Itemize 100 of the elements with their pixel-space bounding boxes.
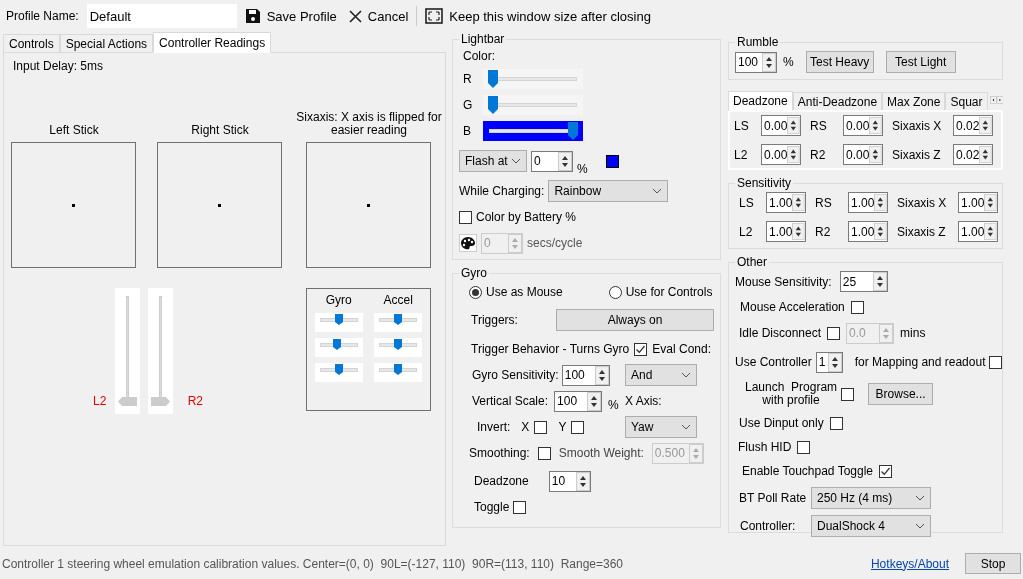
number-field[interactable]: 1 <box>815 351 843 373</box>
color-swatch[interactable] <box>605 154 619 168</box>
tab[interactable]: Max Zone <box>882 92 946 110</box>
number-field[interactable]: 1.00 <box>848 221 888 242</box>
number-field[interactable]: 25 <box>839 271 888 292</box>
checkbox[interactable] <box>571 420 585 434</box>
motion-slider[interactable] <box>374 338 423 357</box>
profile-name-field[interactable]: Default <box>86 4 237 28</box>
number-field[interactable]: 0.02 <box>953 144 993 165</box>
spin-arrows-icon[interactable] <box>787 116 800 135</box>
number-field[interactable]: 10 <box>548 470 591 492</box>
number-field[interactable]: 1.00 <box>766 221 806 242</box>
checkbox[interactable] <box>513 500 527 514</box>
checkbox[interactable] <box>989 355 1003 369</box>
number-field[interactable]: 100 <box>554 390 603 412</box>
number-field[interactable]: 0.00 <box>761 115 801 136</box>
number-field[interactable]: 100 <box>561 364 610 386</box>
number-field[interactable]: 0.00 <box>843 115 883 136</box>
hotkeys-about-link[interactable]: Hotkeys/About <box>870 556 949 571</box>
dropdown[interactable]: 250 Hz (4 ms) <box>811 487 931 509</box>
number-field[interactable]: 0 <box>531 150 573 172</box>
checkbox[interactable] <box>829 416 843 430</box>
spin-arrows-icon[interactable] <box>979 116 992 135</box>
motion-slider[interactable] <box>314 338 363 357</box>
keep-button[interactable]: Keep this window size after closing <box>421 6 655 26</box>
trigger-slider[interactable] <box>148 288 173 414</box>
radio-option[interactable]: Use as Mouse <box>469 285 563 299</box>
spin-arrows-icon[interactable] <box>874 222 887 241</box>
dropdown[interactable]: Flash at <box>459 150 527 172</box>
spin-arrows-icon[interactable] <box>575 471 590 491</box>
color-picker-button[interactable] <box>459 234 477 252</box>
number-field[interactable]: 0.02 <box>953 115 993 136</box>
spin-arrows-icon[interactable] <box>979 145 992 164</box>
color-slider[interactable] <box>483 121 583 141</box>
spin-arrows-icon[interactable] <box>594 365 609 385</box>
slider-thumb[interactable] <box>333 339 342 350</box>
tab[interactable]: Special Actions <box>59 34 154 52</box>
spin-arrows-icon[interactable] <box>792 222 805 241</box>
spin-arrows-icon[interactable] <box>787 145 800 164</box>
slider-thumb[interactable] <box>151 397 170 406</box>
slider-thumb[interactable] <box>568 122 578 140</box>
slider-thumb[interactable] <box>394 364 403 375</box>
cancel-button[interactable]: Cancel <box>344 6 413 26</box>
save-button[interactable]: Save Profile <box>240 6 341 26</box>
spin-arrows-icon[interactable] <box>874 193 887 212</box>
checkbox[interactable] <box>850 300 864 314</box>
slider-thumb[interactable] <box>334 364 343 375</box>
spin-arrows-icon[interactable] <box>984 222 997 241</box>
color-slider[interactable] <box>483 69 583 89</box>
motion-slider[interactable] <box>374 363 423 382</box>
number-field[interactable]: 0.00 <box>761 144 801 165</box>
checkbox[interactable] <box>534 420 548 434</box>
slider-thumb[interactable] <box>488 70 498 88</box>
tab[interactable]: Deadzone <box>728 91 793 111</box>
trigger-slider[interactable] <box>115 288 140 414</box>
motion-slider[interactable] <box>314 363 363 382</box>
spin-arrows-icon[interactable] <box>792 193 805 212</box>
browse-button[interactable]: Browse... <box>868 383 934 405</box>
checkbox[interactable] <box>634 342 648 356</box>
number-field[interactable]: 100 <box>735 51 777 73</box>
number-field[interactable]: 1.00 <box>848 192 888 213</box>
test-button[interactable]: Test Light <box>885 51 956 73</box>
checkbox[interactable] <box>879 464 892 478</box>
dropdown[interactable]: DualShock 4 <box>811 515 931 537</box>
number-field[interactable]: 1.00 <box>958 221 998 242</box>
radio-button[interactable] <box>608 285 622 299</box>
checkbox[interactable] <box>841 387 855 401</box>
spin-arrows-icon[interactable] <box>827 352 842 372</box>
spin-arrows-icon[interactable] <box>762 52 776 72</box>
tab[interactable]: Squar <box>945 92 988 110</box>
slider-thumb[interactable] <box>118 397 137 406</box>
checkbox[interactable] <box>459 210 472 224</box>
motion-slider[interactable] <box>314 313 363 332</box>
dropdown[interactable]: Yaw <box>625 416 697 438</box>
stop-button[interactable]: Stop <box>965 553 1021 574</box>
number-field[interactable]: 1.00 <box>958 192 998 213</box>
test-button[interactable]: Test Heavy <box>805 51 874 73</box>
slider-thumb[interactable] <box>394 339 403 350</box>
tab[interactable]: Controls <box>3 34 60 52</box>
number-field[interactable]: 0.00 <box>843 144 883 165</box>
slider-thumb[interactable] <box>334 314 343 325</box>
spin-arrows-icon[interactable] <box>587 391 602 411</box>
slider-thumb[interactable] <box>394 314 403 325</box>
slider-thumb[interactable] <box>488 96 498 114</box>
number-field[interactable]: 1.00 <box>766 192 806 213</box>
tab[interactable]: Anti-Deadzone <box>792 92 883 110</box>
spin-arrows-icon[interactable] <box>872 272 887 291</box>
spin-arrows-icon[interactable] <box>558 151 572 171</box>
spin-arrows-icon[interactable] <box>869 116 882 135</box>
dropdown[interactable]: And <box>625 364 697 386</box>
dropdown[interactable]: Rainbow <box>548 180 669 202</box>
spin-arrows-icon[interactable] <box>984 193 997 212</box>
tab[interactable]: Controller Readings <box>153 32 272 53</box>
radio-option[interactable]: Use for Controls <box>608 285 713 299</box>
spin-arrows-icon[interactable] <box>869 145 882 164</box>
triggers-button[interactable]: Always on <box>556 309 714 331</box>
radio-button[interactable] <box>469 285 482 299</box>
checkbox[interactable] <box>797 440 811 454</box>
color-slider[interactable] <box>483 95 583 115</box>
checkbox[interactable] <box>537 446 551 460</box>
